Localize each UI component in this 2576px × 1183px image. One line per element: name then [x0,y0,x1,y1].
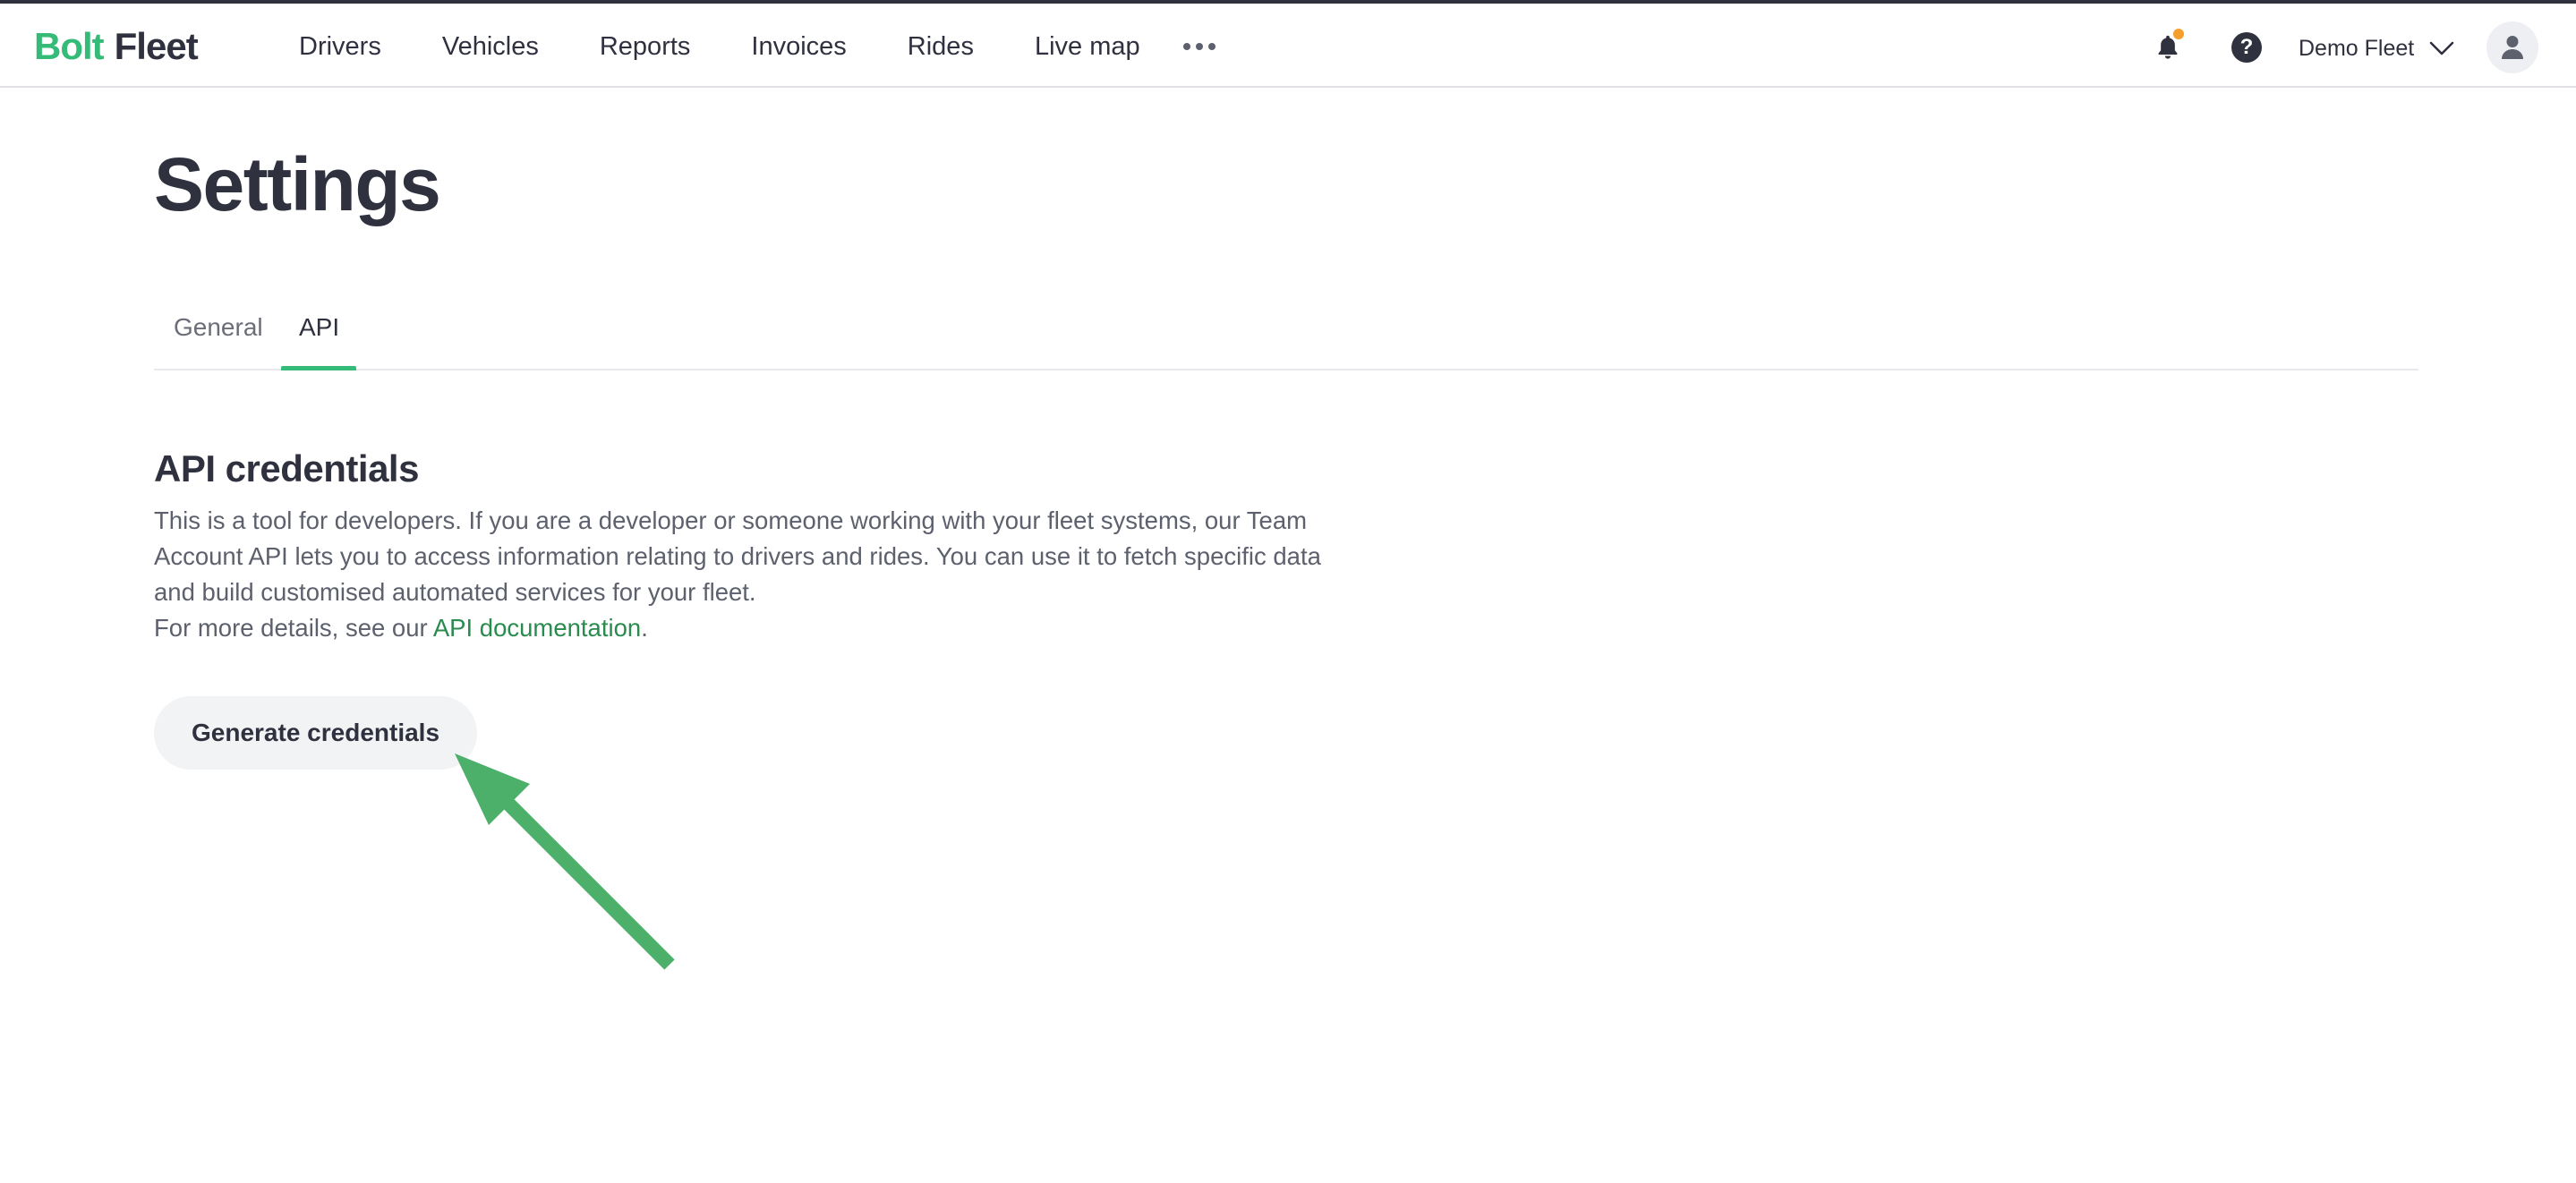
logo-fleet-text: Fleet [114,25,199,67]
settings-tabs: General API [154,301,2418,370]
account-name: Demo Fleet [2299,35,2415,61]
bolt-fleet-logo[interactable]: Bolt Fleet [34,23,199,70]
nav-item-reports[interactable]: Reports [600,32,691,62]
details-suffix: . [641,614,648,642]
details-prefix: For more details, see our [154,614,433,642]
nav-item-invoices[interactable]: Invoices [751,32,846,62]
logo-bolt-text: Bolt [34,25,105,67]
top-navigation-bar: Bolt Fleet Drivers Vehicles Reports Invo… [0,0,2576,88]
nav-item-vehicles[interactable]: Vehicles [442,32,539,62]
page-title: Settings [154,142,441,226]
generate-credentials-button[interactable]: Generate credentials [154,696,478,770]
account-switcher[interactable]: Demo Fleet [2299,30,2455,66]
nav-item-drivers[interactable]: Drivers [299,32,381,62]
api-description: This is a tool for developers. If you ar… [154,503,1335,646]
section-title-api-credentials: API credentials [154,447,419,489]
chevron-down-icon [2429,41,2454,55]
api-documentation-link[interactable]: API documentation [433,614,641,642]
api-description-text: This is a tool for developers. If you ar… [154,506,1321,606]
question-circle-icon[interactable]: ? [2231,32,2262,63]
nav-item-rides[interactable]: Rides [908,32,974,62]
avatar[interactable] [2486,21,2538,73]
nav-item-live-map[interactable]: Live map [1035,32,1140,62]
active-tab-indicator [281,366,356,370]
notification-badge [2171,27,2186,41]
more-horizontal-icon[interactable] [1182,36,1215,57]
user-icon [2502,36,2523,59]
main-nav: Drivers Vehicles Reports Invoices Rides … [299,27,1215,66]
tab-general[interactable]: General [174,313,263,342]
annotation-arrow-icon [455,753,675,970]
tab-api[interactable]: API [299,313,339,342]
